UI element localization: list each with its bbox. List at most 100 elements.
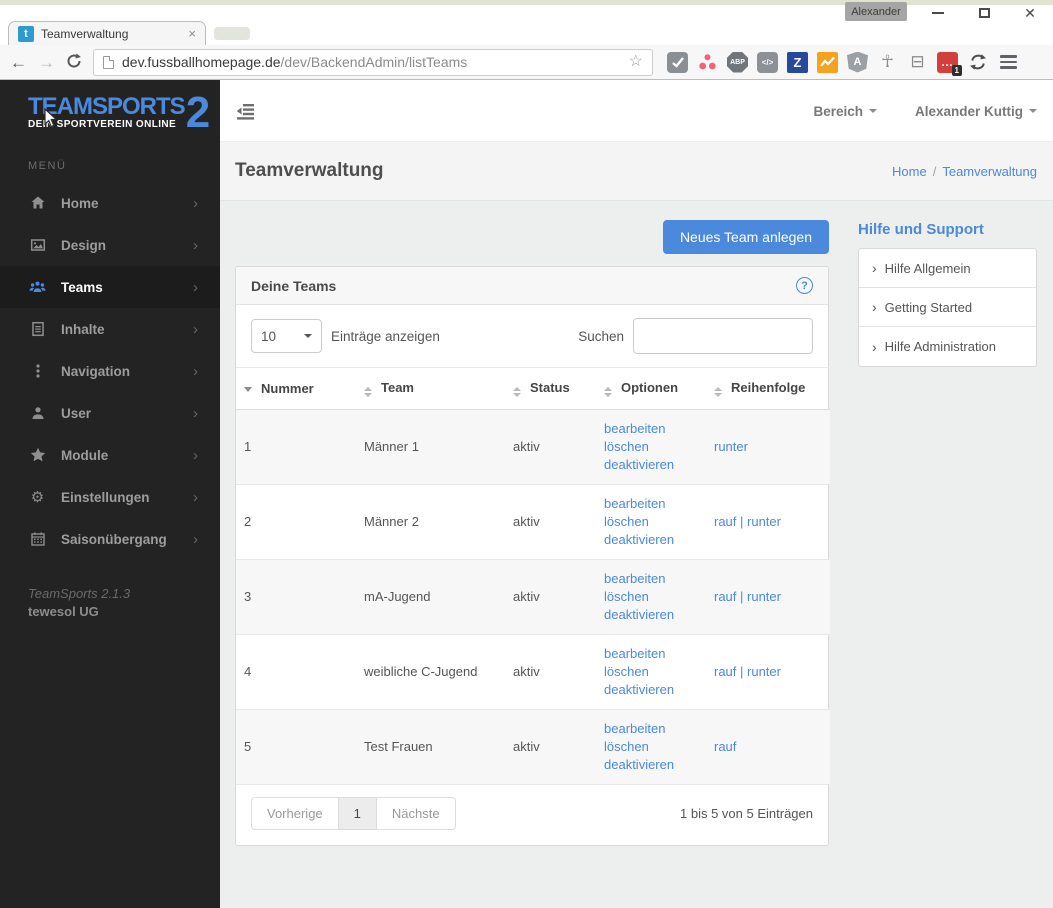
entries-select[interactable]: 10 — [251, 319, 322, 353]
table-footer: Vorherige 1 Nächste 1 bis 5 von 5 Einträ… — [236, 784, 828, 845]
search-input[interactable] — [633, 318, 813, 354]
z-extension-icon[interactable]: Z — [787, 51, 808, 73]
back-icon[interactable]: ← — [10, 54, 27, 71]
angular-glyph: A — [853, 56, 862, 68]
option-link[interactable]: löschen — [604, 588, 698, 606]
reload-icon[interactable] — [66, 53, 82, 72]
sidebar-item-user[interactable]: User › — [0, 392, 220, 434]
dots-triangle-extension-icon[interactable] — [697, 52, 718, 73]
cell-optionen: bearbeiten löschen deaktivieren — [596, 484, 706, 560]
adblock-plus-extension-icon[interactable]: ABP — [727, 51, 748, 73]
sidebar-item-inhalte[interactable]: Inhalte › — [0, 308, 220, 350]
order-link[interactable]: rauf — [714, 589, 736, 604]
url-host: dev.fussballhomepage.de — [122, 54, 281, 70]
user-dropdown[interactable]: Alexander Kuttig — [915, 104, 1037, 119]
option-link[interactable]: deaktivieren — [604, 756, 698, 774]
option-link[interactable]: deaktivieren — [604, 531, 698, 549]
cell-nummer: 4 — [236, 634, 356, 710]
sidebar-toggle-icon[interactable] — [236, 102, 255, 125]
column-header-reihenfolge[interactable]: Reihenfolge — [706, 367, 830, 410]
browser-menu-icon[interactable] — [998, 53, 1019, 71]
help-item-getting-started[interactable]: › Getting Started — [859, 288, 1036, 327]
bereich-dropdown[interactable]: Bereich — [813, 104, 877, 119]
sidebar-item-teams[interactable]: Teams › — [0, 266, 220, 308]
order-link[interactable]: runter — [747, 664, 781, 679]
breadcrumb-home-link[interactable]: Home — [892, 164, 927, 179]
address-bar[interactable]: dev.fussballhomepage.de/dev/BackendAdmin… — [93, 48, 653, 76]
forward-icon[interactable]: → — [38, 54, 55, 71]
sync-extension-icon[interactable] — [967, 52, 988, 73]
bookmark-star-icon[interactable]: ☆ — [629, 54, 643, 70]
order-link[interactable]: rauf — [714, 664, 736, 679]
column-header-team[interactable]: Team — [356, 367, 505, 410]
ankh-extension-icon[interactable]: ☥ — [877, 52, 898, 73]
option-link[interactable]: löschen — [604, 738, 698, 756]
cell-status: aktiv — [505, 484, 596, 560]
order-link[interactable]: runter — [747, 514, 781, 529]
option-link[interactable]: bearbeiten — [604, 645, 698, 663]
red-dots-extension-icon[interactable]: … 1 — [937, 51, 962, 76]
option-link[interactable]: bearbeiten — [604, 495, 698, 513]
option-link[interactable]: bearbeiten — [604, 420, 698, 438]
option-link[interactable]: löschen — [604, 513, 698, 531]
analytics-extension-icon[interactable] — [817, 51, 838, 73]
sidebar-item-einstellungen[interactable]: ⚙ Einstellungen › — [0, 476, 220, 518]
help-item-allgemein[interactable]: › Hilfe Allgemein — [859, 249, 1036, 288]
pagination-previous-button[interactable]: Vorherige — [251, 797, 339, 830]
option-link[interactable]: deaktivieren — [604, 681, 698, 699]
sidebar-item-design[interactable]: Design › — [0, 224, 220, 266]
logo-subtitle: DEIN SPORTVEREIN ONLINE — [28, 119, 177, 130]
column-header-status[interactable]: Status — [505, 367, 596, 410]
option-link[interactable]: bearbeiten — [604, 570, 698, 588]
pagination-next-button[interactable]: Nächste — [375, 797, 456, 830]
user-icon — [29, 405, 46, 421]
browser-profile-badge[interactable]: Alexander — [845, 2, 907, 21]
option-link[interactable]: bearbeiten — [604, 720, 698, 738]
column-header-optionen[interactable]: Optionen — [596, 367, 706, 410]
order-link[interactable]: runter — [714, 439, 748, 454]
sidebar-item-module[interactable]: Module › — [0, 434, 220, 476]
maximize-button[interactable] — [977, 6, 991, 20]
sidebar-item-navigation[interactable]: Navigation › — [0, 350, 220, 392]
order-link[interactable]: rauf — [714, 739, 736, 754]
option-link[interactable]: löschen — [604, 438, 698, 456]
sidebar-item-home[interactable]: Home › — [0, 182, 220, 224]
browser-tab[interactable]: t Teamverwaltung × — [8, 21, 206, 45]
logo-number: 2 — [185, 88, 211, 137]
help-icon[interactable]: ? — [796, 277, 813, 294]
code-extension-icon[interactable]: </> — [757, 51, 778, 73]
minimize-button[interactable] — [931, 6, 945, 20]
close-window-button[interactable]: ✕ — [1023, 6, 1037, 20]
help-section-title: Hilfe und Support — [858, 221, 984, 238]
option-link[interactable]: löschen — [604, 663, 698, 681]
new-tab-button[interactable] — [214, 27, 250, 40]
tab-close-icon[interactable]: × — [188, 27, 196, 40]
column-label: Nummer — [261, 381, 314, 396]
cell-reihenfolge: rauf | runter — [706, 484, 830, 560]
window-extension-icon[interactable]: ⊟ — [907, 52, 928, 73]
order-link[interactable]: runter — [747, 589, 781, 604]
z-glyph: Z — [793, 54, 802, 70]
pulse-check-extension-icon[interactable] — [667, 51, 688, 73]
option-link[interactable]: deaktivieren — [604, 456, 698, 474]
option-link[interactable]: deaktivieren — [604, 606, 698, 624]
order-link[interactable]: rauf — [714, 514, 736, 529]
cell-nummer: 5 — [236, 709, 356, 784]
column-header-nummer[interactable]: Nummer — [236, 367, 356, 410]
breadcrumb-current-link[interactable]: Teamverwaltung — [942, 164, 1037, 179]
sidebar-item-saisonuebergang[interactable]: Saisonübergang › — [0, 518, 220, 560]
browser-chrome: Alexander ✕ t Teamverwaltung × ← → dev.f… — [0, 0, 1053, 80]
team-row: 2 Männer 2 aktiv bearbeiten löschen deaktivie… — [236, 484, 830, 560]
teams-column: Neues Team anlegen Deine Teams ? 10 Eint… — [235, 201, 830, 846]
angular-extension-icon[interactable]: A — [847, 51, 868, 73]
sidebar-item-label: Design — [61, 237, 107, 253]
entries-label: Einträge anzeigen — [331, 328, 440, 344]
panel-title: Deine Teams — [251, 277, 337, 294]
gears-icon: ⚙ — [30, 488, 45, 506]
chevron-right-icon: › — [193, 278, 198, 296]
pagination-page-1-button[interactable]: 1 — [337, 797, 377, 830]
new-team-button[interactable]: Neues Team anlegen — [662, 220, 829, 254]
app-logo[interactable]: TEAMSPORTS DEIN SPORTVEREIN ONLINE 2 — [0, 80, 220, 137]
abp-glyph: ABP — [730, 58, 745, 66]
help-item-administration[interactable]: › Hilfe Administration — [859, 327, 1036, 366]
